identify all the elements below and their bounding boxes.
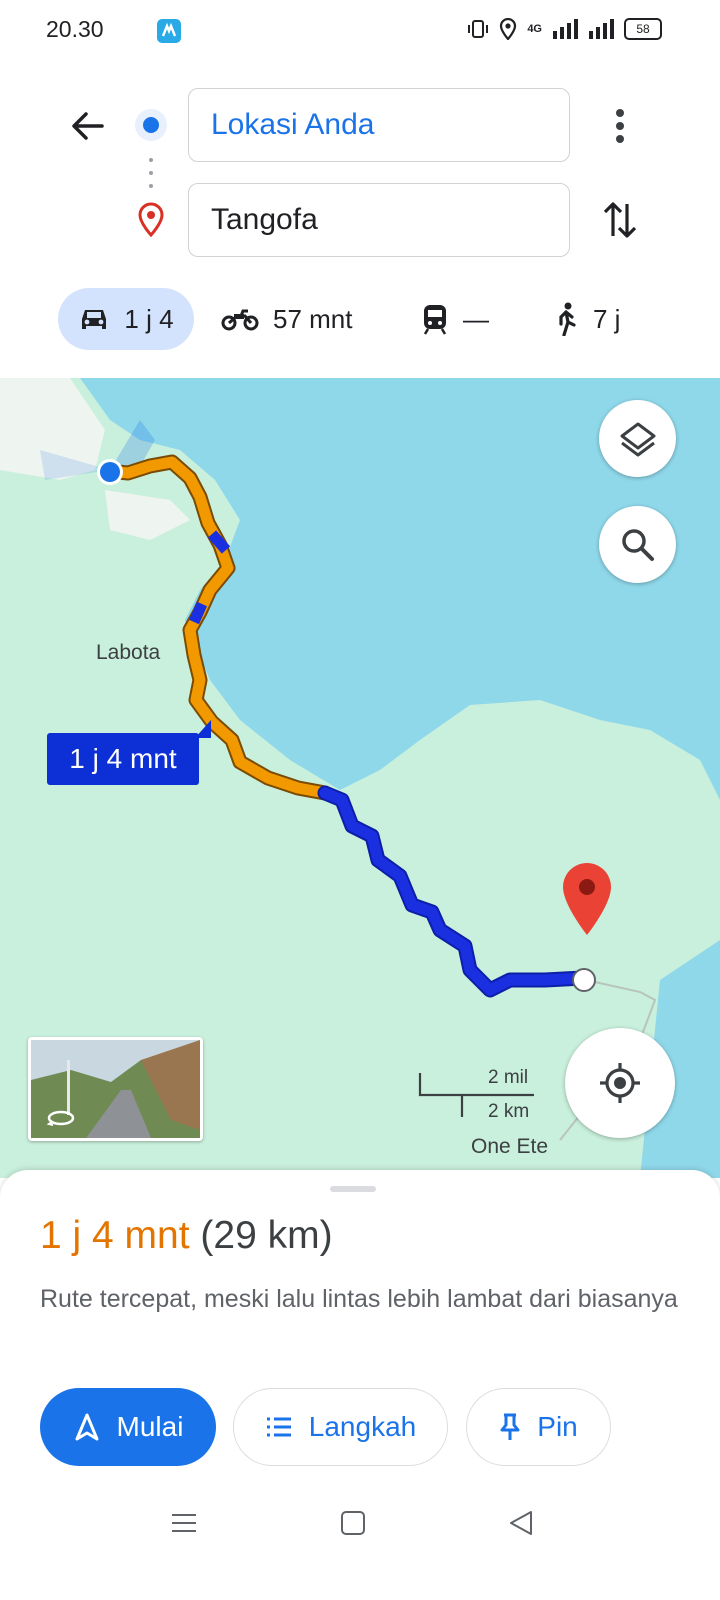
origin-input[interactable]: Lokasi Anda xyxy=(188,88,570,162)
status-icons: 4G 58 xyxy=(467,18,662,40)
route-note: Rute tercepat, meski lalu lintas lebih l… xyxy=(40,1285,678,1313)
route-dots-connector xyxy=(148,156,154,190)
nav-home-button[interactable] xyxy=(340,1510,366,1541)
app-notification-icon xyxy=(157,19,181,43)
layers-button[interactable] xyxy=(599,400,676,477)
walk-icon xyxy=(559,302,576,336)
swap-button[interactable] xyxy=(600,198,640,242)
navigation-arrow-icon xyxy=(75,1413,99,1441)
tab-walk-label: 7 j xyxy=(593,303,621,334)
destination-input[interactable]: Tangofa xyxy=(188,183,570,257)
battery-icon: 58 xyxy=(624,18,662,40)
car-icon xyxy=(82,310,107,329)
tab-motorcycle[interactable]: 57 mnt xyxy=(221,288,353,350)
eta-bubble-tail xyxy=(195,720,211,738)
signal-icon-2 xyxy=(589,19,614,39)
destination-pin-marker[interactable] xyxy=(561,861,613,937)
swap-vert-icon xyxy=(603,202,637,238)
current-location-marker xyxy=(95,457,125,487)
nav-back-button[interactable] xyxy=(508,1510,534,1541)
destination-pin-icon xyxy=(137,202,165,238)
vibrate-icon xyxy=(468,20,489,38)
tab-transit[interactable]: — xyxy=(421,288,489,350)
home-square-icon xyxy=(341,1511,365,1535)
back-triangle-icon xyxy=(510,1511,532,1535)
route-distance: (29 km) xyxy=(200,1214,333,1257)
tab-walk[interactable]: 7 j xyxy=(553,288,620,350)
pushpin-icon xyxy=(500,1413,520,1440)
map-pin-icon xyxy=(563,863,611,935)
signal-icon xyxy=(553,19,578,39)
rotate-360-icon xyxy=(46,1110,75,1126)
scale-metric: 2 km xyxy=(488,1101,530,1122)
scale-bar: 2 mil 2 km xyxy=(418,1065,538,1122)
location-icon xyxy=(500,18,517,40)
steps-button-label: Langkah xyxy=(308,1411,417,1442)
arrow-back-icon xyxy=(72,112,104,140)
network-type: 4G xyxy=(527,23,542,35)
more-options-button[interactable] xyxy=(604,104,636,148)
search-icon xyxy=(621,528,654,561)
scale-imperial: 2 mil xyxy=(488,1067,529,1088)
status-time: 20.30 xyxy=(46,16,104,42)
menu-icon xyxy=(172,1514,196,1532)
eta-bubble[interactable]: 1 j 4 mnt xyxy=(47,733,199,785)
place-label-labota: Labota xyxy=(96,641,161,664)
tab-car-label: 1 j 4 xyxy=(124,303,174,334)
tab-car[interactable]: 1 j 4 xyxy=(58,288,194,350)
search-along-route-button[interactable] xyxy=(599,506,676,583)
layers-icon xyxy=(620,422,655,456)
nav-menu-button[interactable] xyxy=(171,1510,197,1541)
pin-button[interactable]: Pin xyxy=(466,1388,611,1466)
street-view-thumbnail[interactable] xyxy=(28,1037,203,1141)
start-button-label: Mulai xyxy=(116,1411,184,1442)
route-summary: 1 j 4 mnt (29 km) xyxy=(40,1214,333,1258)
steps-button[interactable]: Langkah xyxy=(233,1388,448,1466)
my-location-icon xyxy=(600,1063,640,1103)
origin-dot-icon xyxy=(133,107,169,143)
place-label-one-ete: One Ete xyxy=(471,1135,549,1158)
route-duration: 1 j 4 mnt xyxy=(40,1214,190,1257)
motorcycle-icon xyxy=(221,309,259,331)
my-location-button[interactable] xyxy=(565,1028,675,1138)
tab-transit-label: — xyxy=(463,303,489,334)
tab-motorcycle-label: 57 mnt xyxy=(273,303,353,334)
train-icon xyxy=(423,305,447,335)
route-end-marker xyxy=(571,967,597,993)
battery-level: 58 xyxy=(636,22,650,36)
list-icon xyxy=(266,1417,291,1437)
back-button[interactable] xyxy=(66,104,110,148)
pin-button-label: Pin xyxy=(537,1411,578,1442)
start-button[interactable]: Mulai xyxy=(40,1388,216,1466)
more-vert-icon xyxy=(616,109,624,143)
drag-handle[interactable] xyxy=(330,1186,376,1192)
